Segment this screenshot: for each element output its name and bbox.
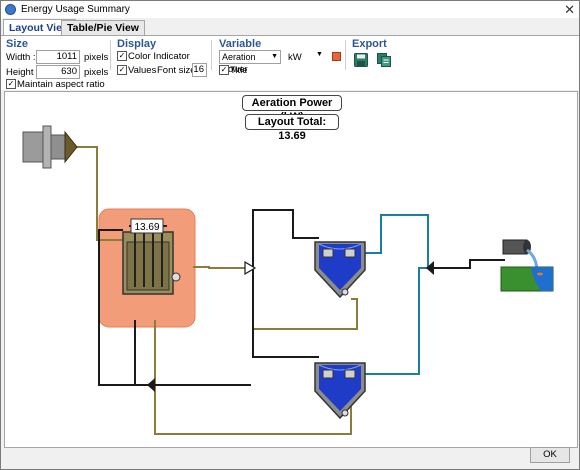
separator [211,40,212,70]
unit-dropdown-arrow-icon[interactable]: ▼ [316,51,323,58]
window-title: Energy Usage Summary [21,4,130,15]
color-swatch[interactable] [332,52,341,61]
save-icon[interactable] [354,53,368,70]
values-checkbox[interactable]: ✓ [117,65,127,75]
layout-canvas: Aeration Power (kW) Layout Total: 13.69 [4,91,578,448]
maintain-aspect-label: Maintain aspect ratio [17,79,105,90]
height-field[interactable]: 630 [36,65,80,79]
junction-arrow [147,378,155,392]
ok-button[interactable]: OK [530,447,570,463]
export-heading: Export [352,38,387,50]
close-icon[interactable]: ✕ [564,2,575,18]
title-checkbox[interactable]: ✓ [219,65,229,75]
color-indicator-label: Color Indicator [128,51,190,62]
width-field[interactable]: 1011 [36,50,80,64]
process-diagram: 13.69 [22,125,554,435]
unit-label: kW [288,52,302,63]
values-label: Values [128,65,157,76]
influent-arrow-icon [64,130,78,164]
title-label: Title [230,65,248,76]
height-label: Height : [6,67,39,78]
options-panel: Size Width : 1011 pixels Height : 630 pi… [1,35,579,90]
app-icon [5,4,16,15]
separator [110,40,111,70]
tank-value: 13.69 [134,222,159,233]
app-window: Energy Usage Summary ✕ Layout View Table… [0,0,580,470]
display-heading: Display [117,38,157,50]
variable-heading: Variable [219,38,262,50]
maintain-aspect-checkbox[interactable]: ✓ [6,79,16,89]
separator [345,40,346,70]
tab-strip: Layout View Table/Pie View [1,19,579,36]
color-indicator-checkbox[interactable]: ✓ [117,51,127,61]
size-heading: Size [6,38,29,50]
width-label: Width : [6,52,36,63]
dropdown-arrow-icon: ▼ [271,53,278,60]
variable-select[interactable]: Aeration Power ▼ [219,50,281,74]
font-size-field[interactable]: 16 [192,63,207,77]
title-bar: Energy Usage Summary ✕ [1,1,579,18]
copy-icon[interactable] [377,53,391,70]
height-unit: pixels [84,67,109,78]
width-unit: pixels [84,52,109,63]
tab-table-pie-view[interactable]: Table/Pie View [61,20,145,35]
